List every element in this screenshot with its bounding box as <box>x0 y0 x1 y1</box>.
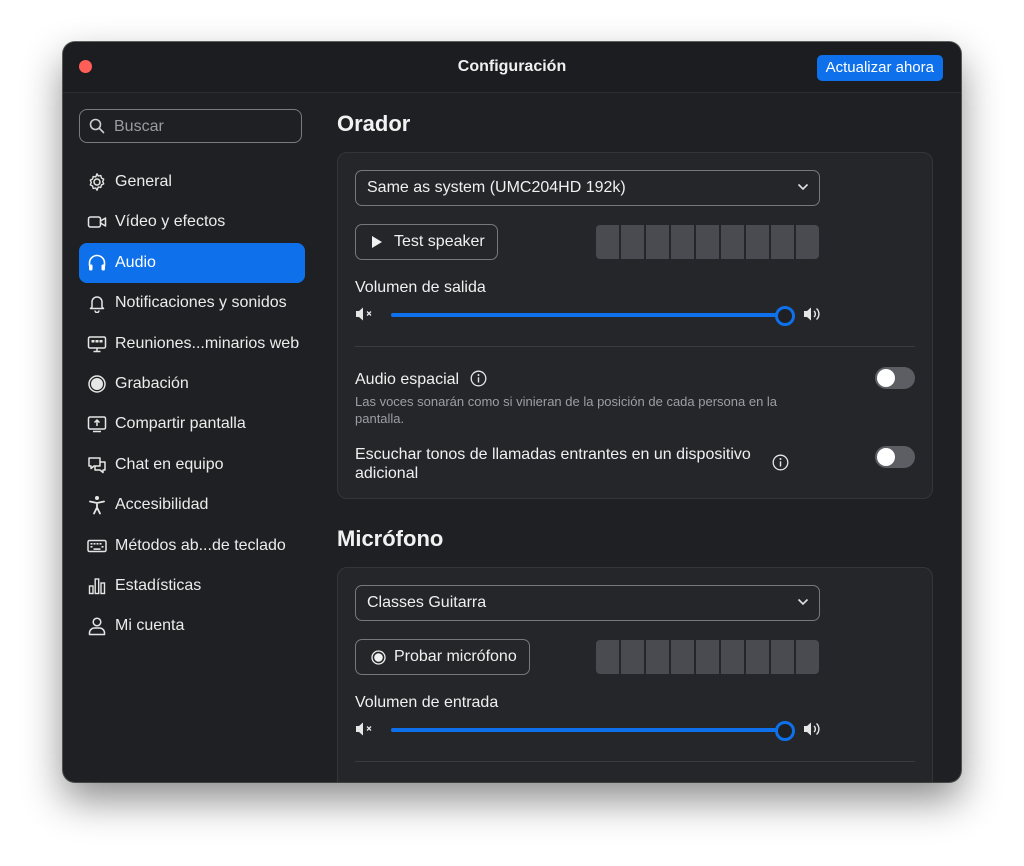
search-input[interactable] <box>112 110 296 144</box>
sidebar-item-statistics[interactable]: Estadísticas <box>79 566 305 606</box>
sidebar-item-notifications[interactable]: Notificaciones y sonidos <box>79 283 305 323</box>
sidebar-item-accessibility[interactable]: Accesibilidad <box>79 485 305 525</box>
sidebar-item-label: Métodos ab...de teclado <box>115 536 286 554</box>
chevron-down-icon <box>797 598 809 606</box>
speaker-device-value: Same as system (UMC204HD 192k) <box>367 179 626 196</box>
info-icon[interactable] <box>470 370 487 387</box>
sidebar-item-share-screen[interactable]: Compartir pantalla <box>79 404 305 444</box>
sidebar-item-label: General <box>115 173 172 190</box>
sidebar-item-label: Compartir pantalla <box>115 415 246 433</box>
chat-icon <box>87 455 107 475</box>
input-volume-slider[interactable] <box>391 721 795 741</box>
output-volume-knob[interactable] <box>775 306 795 326</box>
search-icon <box>89 118 105 134</box>
input-volume-label: Volumen de entrada <box>355 694 499 711</box>
mic-device-value: Classes Guitarra <box>367 594 487 611</box>
settings-window: Configuración Actualizar ahora General V… <box>63 42 961 782</box>
test-mic-label: Probar micrófono <box>394 648 517 665</box>
sidebar-item-team-chat[interactable]: Chat en equipo <box>79 445 305 485</box>
input-volume-knob[interactable] <box>775 721 795 741</box>
sidebar-item-label: Audio <box>115 253 156 271</box>
test-speaker-label: Test speaker <box>394 233 485 250</box>
video-icon <box>87 212 107 232</box>
spatial-audio-description: Las voces sonarán como si vinieran de la… <box>355 394 778 426</box>
spatial-audio-toggle[interactable] <box>875 367 915 389</box>
sidebar-item-general[interactable]: General <box>79 162 305 202</box>
sidebar-nav: General Vídeo y efectos Audio Notificaci… <box>79 162 305 647</box>
mic-device-select[interactable]: Classes Guitarra <box>355 585 820 621</box>
section-divider <box>355 346 915 347</box>
info-icon[interactable] <box>772 454 789 471</box>
volume-high-icon <box>804 722 820 736</box>
meeting-icon <box>87 334 107 354</box>
volume-high-icon <box>804 307 820 321</box>
volume-mute-icon <box>356 722 372 736</box>
volume-mute-icon <box>356 307 372 321</box>
sidebar-item-label: Chat en equipo <box>115 455 224 473</box>
sidebar-item-audio[interactable]: Audio <box>79 242 305 283</box>
sidebar-item-meetings[interactable]: Reuniones...minarios web <box>79 324 305 364</box>
record-icon <box>371 650 386 665</box>
update-now-button[interactable]: Actualizar ahora <box>816 55 943 81</box>
sidebar-item-video[interactable]: Vídeo y efectos <box>79 202 305 242</box>
sidebar-item-label: Grabación <box>115 374 189 392</box>
search-field[interactable] <box>79 109 302 144</box>
mic-section-title: Micrófono <box>337 526 444 551</box>
person-icon <box>87 616 107 636</box>
bell-icon <box>87 293 107 314</box>
keyboard-icon <box>87 536 107 556</box>
play-icon <box>372 236 382 248</box>
record-icon <box>87 374 107 394</box>
mic-card: Classes Guitarra Probar micrófono Volume… <box>337 567 933 782</box>
sidebar-item-label: Estadísticas <box>115 576 202 594</box>
output-volume-label: Volumen de salida <box>355 279 486 296</box>
stats-icon <box>87 576 107 596</box>
sidebar-item-account[interactable]: Mi cuenta <box>79 606 305 646</box>
sidebar-item-label: Reuniones...minarios web <box>115 334 300 352</box>
accessibility-icon <box>87 495 107 515</box>
section-divider <box>355 761 915 762</box>
sidebar-item-recording[interactable]: Grabación <box>79 364 305 404</box>
gear-icon <box>87 172 107 192</box>
sidebar-item-label: Vídeo y efectos <box>115 213 226 231</box>
title-bar: Configuración Actualizar ahora <box>63 42 961 93</box>
ring-additional-device-label: Escuchar tonos de llamadas entrantes en … <box>355 446 751 482</box>
sidebar-item-label: Mi cuenta <box>115 617 185 635</box>
speaker-card: Same as system (UMC204HD 192k) Test spea… <box>337 152 933 499</box>
sidebar-item-keyboard-shortcuts[interactable]: Métodos ab...de teclado <box>79 526 305 566</box>
test-speaker-button[interactable]: Test speaker <box>355 224 498 260</box>
test-mic-button[interactable]: Probar micrófono <box>355 639 530 675</box>
share-screen-icon <box>87 414 107 434</box>
sidebar-item-label: Accesibilidad <box>115 496 209 514</box>
sidebar-item-label: Notificaciones y sonidos <box>115 294 287 312</box>
output-volume-slider[interactable] <box>391 306 795 326</box>
input-volume-fill <box>391 728 785 732</box>
mic-level-meter <box>596 640 819 674</box>
ring-additional-device-toggle[interactable] <box>875 446 915 468</box>
speaker-device-select[interactable]: Same as system (UMC204HD 192k) <box>355 170 820 206</box>
headphones-icon <box>87 253 107 273</box>
speaker-section-title: Orador <box>337 111 411 136</box>
output-volume-fill <box>391 313 785 317</box>
chevron-down-icon <box>797 183 809 191</box>
spatial-audio-label: Audio espacial <box>355 371 460 388</box>
speaker-level-meter <box>596 225 819 259</box>
